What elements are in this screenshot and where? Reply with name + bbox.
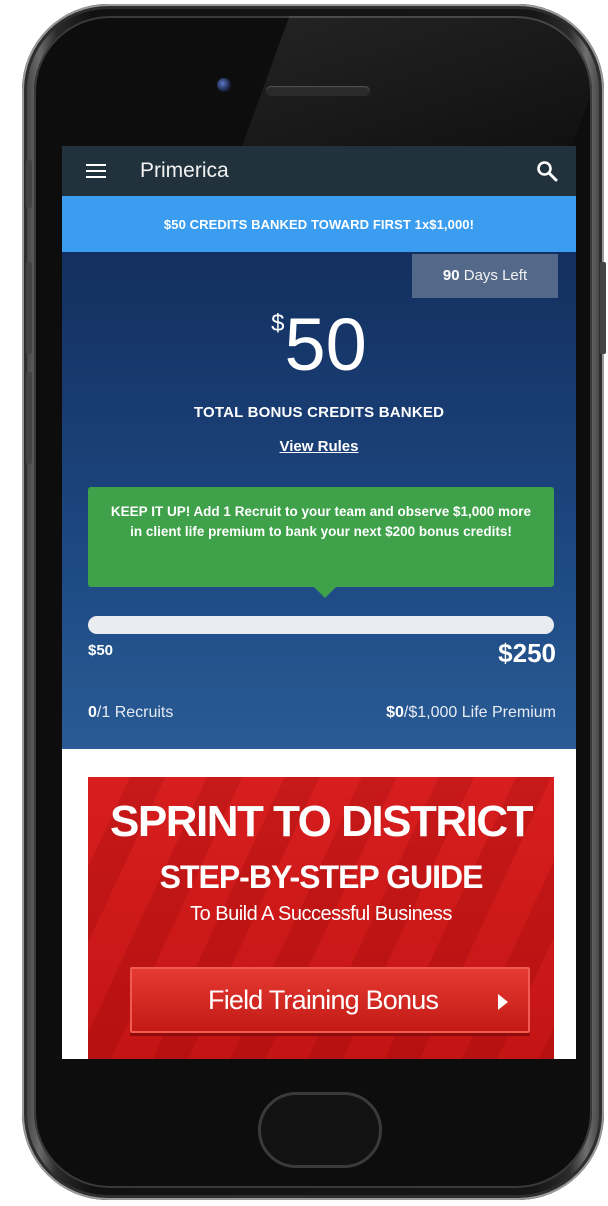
app-title: Primerica <box>140 159 229 182</box>
volume-down-button <box>26 372 32 464</box>
premium-suffix: /$1,000 Life Premium <box>403 704 556 721</box>
hamburger-menu-icon[interactable] <box>86 164 106 178</box>
progress-bar <box>88 616 554 634</box>
view-rules-link[interactable]: View Rules <box>62 438 576 455</box>
sprint-promo-banner[interactable]: SPRINT TO DISTRICT STEP-BY-STEP GUIDE To… <box>88 777 554 1059</box>
days-left-label: Days Left <box>459 267 528 284</box>
front-camera <box>217 78 231 92</box>
earpiece-speaker <box>266 86 370 96</box>
recruits-current: 0 <box>88 704 97 721</box>
promo-tagline: To Build A Successful Business <box>190 903 452 925</box>
silent-switch <box>26 160 32 208</box>
progress-max-label: $250 <box>498 638 556 668</box>
currency-symbol: $ <box>271 310 285 337</box>
tip-pointer <box>314 587 336 598</box>
search-icon[interactable] <box>536 160 558 182</box>
recruits-count: 0/1 Recruits <box>88 704 173 722</box>
app-screen: Primerica $50 CREDITS BANKED TOWARD FIRS… <box>62 146 576 1059</box>
volume-up-button <box>26 262 32 354</box>
credits-panel: 90 Days Left $50 TOTAL BONUS CREDITS BAN… <box>62 252 576 749</box>
life-premium-count: $0/$1,000 Life Premium <box>386 704 556 722</box>
play-arrow-icon <box>498 994 508 1010</box>
app-bar: Primerica <box>62 146 576 196</box>
power-button <box>600 262 606 354</box>
promo-subtitle: STEP-BY-STEP GUIDE <box>159 859 484 895</box>
encouragement-tip: KEEP IT UP! Add 1 Recruit to your team a… <box>88 487 554 587</box>
recruits-suffix: /1 Recruits <box>96 704 174 721</box>
days-left-number: 90 <box>442 267 460 284</box>
progress-min-label: $50 <box>88 642 114 659</box>
credits-amount-value: 50 <box>284 303 367 386</box>
credits-label: TOTAL BONUS CREDITS BANKED <box>193 404 445 421</box>
field-training-bonus-button[interactable]: Field Training Bonus <box>130 967 530 1033</box>
field-training-bonus-label: Field Training Bonus <box>208 985 439 1015</box>
home-button[interactable] <box>258 1092 382 1168</box>
premium-current: $0 <box>386 704 404 721</box>
days-left-badge: 90 Days Left <box>412 254 558 298</box>
promo-title: SPRINT TO DISTRICT <box>110 797 533 846</box>
credits-banner: $50 CREDITS BANKED TOWARD FIRST 1x$1,000… <box>62 196 576 252</box>
credits-amount: $50 <box>62 300 576 390</box>
